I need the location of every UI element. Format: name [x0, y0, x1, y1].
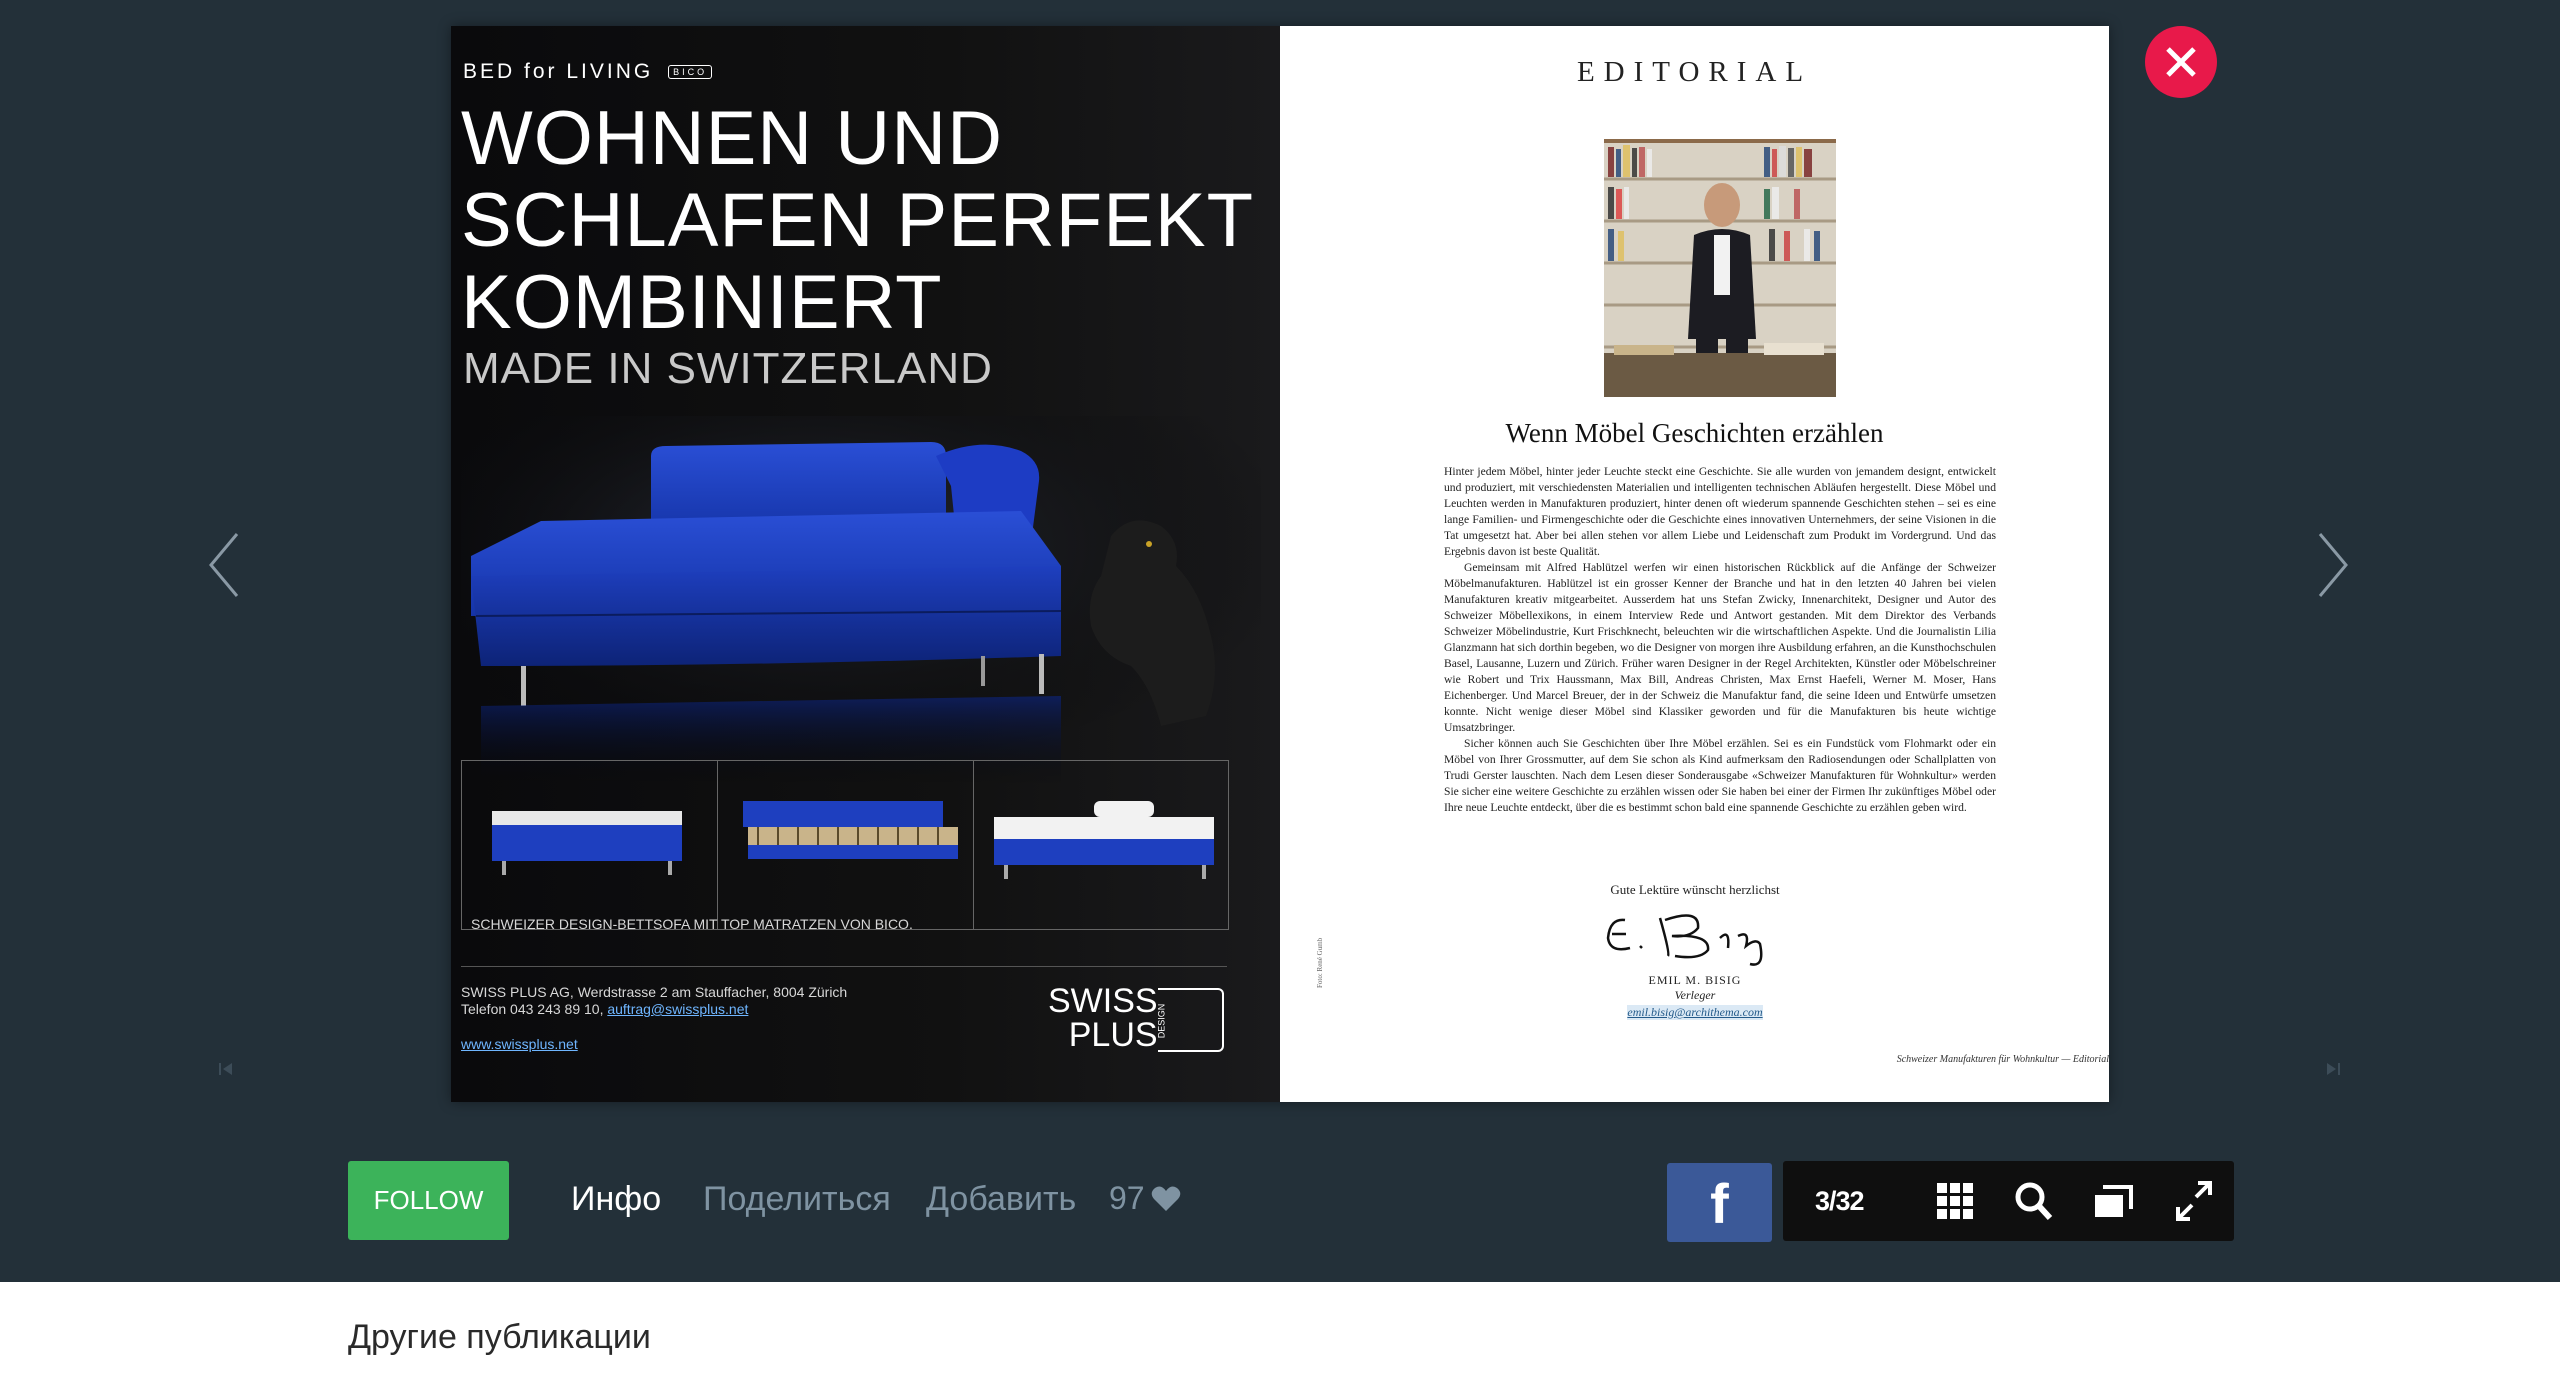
divider: [461, 966, 1227, 967]
thumbnail-sofa-bed: [974, 761, 1229, 929]
chevron-right-icon: [2318, 533, 2348, 597]
ad-logo-text: BED for LIVING: [463, 60, 654, 83]
ad-caption: SCHWEIZER DESIGN-BETTSOFA MIT TOP MATRAT…: [471, 916, 913, 932]
signer-email-link[interactable]: emil.bisig@archithema.com: [1627, 1005, 1763, 1020]
first-page-button[interactable]: [215, 1058, 237, 1080]
facebook-share-button[interactable]: f: [1667, 1163, 1772, 1242]
fullscreen-icon: [2176, 1181, 2212, 1221]
search-icon: [2015, 1182, 2053, 1221]
ad-phone: Telefon 043 243 89 10,: [461, 1001, 608, 1017]
editor-portrait-photo: [1604, 139, 1836, 397]
product-thumbnails: [461, 760, 1229, 930]
ad-address-line: SWISS PLUS AG, Werdstrasse 2 am Stauffac…: [461, 984, 848, 1000]
ad-headline: WOHNEN UND SCHLAFEN PERFEKT KOMBINIERT: [461, 98, 1254, 344]
publication-viewer: BED for LIVING BICO WOHNEN UND SCHLAFEN …: [0, 0, 2560, 1282]
follow-button[interactable]: FOLLOW: [348, 1161, 509, 1240]
tab-info[interactable]: Инфо: [571, 1180, 661, 1219]
swissplus-line: SWISS: [1048, 982, 1158, 1020]
handwritten-signature: [1606, 914, 1763, 966]
add-link[interactable]: Добавить: [926, 1180, 1076, 1219]
sofa-image: [461, 416, 1261, 786]
next-page-button[interactable]: [2312, 530, 2352, 600]
signer-name: EMIL M. BISIG: [1648, 973, 1742, 987]
ad-website-link[interactable]: www.swissplus.net: [461, 1036, 578, 1052]
prev-page-button[interactable]: [205, 530, 245, 600]
viewer-toolbar: 3/32: [1783, 1161, 2234, 1241]
right-page-editorial: EDITORIAL Wenn Möbel Geschichten erzähle…: [1280, 26, 2109, 1102]
editorial-footer: Schweizer Manufakturen für Wohnkultur — …: [1896, 1054, 2109, 1065]
close-x-icon: [2166, 47, 2196, 77]
facebook-icon: f: [1710, 1172, 1729, 1235]
left-page-advertisement: BED for LIVING BICO WOHNEN UND SCHLAFEN …: [451, 26, 1280, 1102]
pages-icon: [2095, 1185, 2133, 1217]
editorial-heading: Wenn Möbel Geschichten erzählen: [1505, 418, 1884, 448]
magazine-spread[interactable]: BED for LIVING BICO WOHNEN UND SCHLAFEN …: [451, 26, 2109, 1102]
ad-headline-line: SCHLAFEN PERFEKT: [461, 178, 1255, 263]
swissplus-logo: SWISS PLUS: [1048, 984, 1158, 1052]
grid-icon: [1937, 1183, 1973, 1219]
ad-subheadline: MADE IN SWITZERLAND: [463, 344, 993, 393]
last-page-button[interactable]: [2322, 1058, 2344, 1080]
ad-headline-line: WOHNEN UND: [461, 96, 1003, 181]
skip-first-icon: [219, 1063, 232, 1075]
page-mode-button[interactable]: [2091, 1181, 2135, 1221]
thumbnail-sofa-drawer: [718, 761, 974, 929]
other-publications-title: Другие публикации: [348, 1318, 651, 1356]
editorial-greeting: Gute Lektüre wünscht herzlichst: [1610, 882, 1780, 897]
search-button[interactable]: [2012, 1181, 2056, 1221]
editorial-paragraph: Hinter jedem Möbel, hinter jeder Leuchte…: [1444, 465, 1996, 558]
signer-role: Verleger: [1674, 988, 1716, 1002]
editorial-paragraph: Sicher können auch Sie Geschichten über …: [1444, 737, 1996, 814]
skip-last-icon: [2327, 1063, 2340, 1075]
fullscreen-button[interactable]: [2172, 1181, 2216, 1221]
ad-address-line: Telefon 043 243 89 10, auftrag@swissplus…: [461, 1001, 847, 1018]
ad-brand-logo: BED for LIVING BICO: [463, 60, 713, 84]
ad-email-link[interactable]: auftrag@swissplus.net: [607, 1001, 748, 1017]
ad-address: SWISS PLUS AG, Werdstrasse 2 am Stauffac…: [461, 984, 847, 1018]
other-publications-section: Другие публикации: [0, 1282, 2560, 1390]
photo-credit: Foto: René Gumb: [1316, 937, 1324, 988]
editorial-title: EDITORIAL: [1576, 56, 1813, 88]
editorial-body: Hinter jedem Möbel, hinter jeder Leuchte…: [1444, 464, 1996, 816]
swissplus-logo-frame: [1158, 988, 1224, 1052]
grid-view-button[interactable]: [1933, 1181, 1977, 1221]
share-link[interactable]: Поделиться: [703, 1180, 891, 1219]
thumbnail-sofa-open: [462, 761, 718, 929]
editorial-signature-block: Gute Lektüre wünscht herzlichst EMIL M. …: [1580, 882, 1810, 1021]
ad-logo-badge: BICO: [668, 65, 713, 80]
likes-counter[interactable]: 97: [1109, 1180, 1181, 1217]
chevron-left-icon: [209, 533, 239, 597]
page-counter[interactable]: 3/32: [1815, 1161, 1865, 1241]
close-viewer-button[interactable]: [2145, 26, 2217, 98]
heart-icon: [1151, 1186, 1180, 1211]
ad-headline-line: KOMBINIERT: [461, 260, 943, 345]
swissplus-line: PLUS: [1068, 1016, 1158, 1054]
swissplus-design-label: DESIGN: [1156, 1003, 1167, 1039]
likes-count: 97: [1109, 1180, 1145, 1216]
editorial-paragraph: Gemeinsam mit Alfred Hablützel werfen wi…: [1444, 561, 1996, 734]
